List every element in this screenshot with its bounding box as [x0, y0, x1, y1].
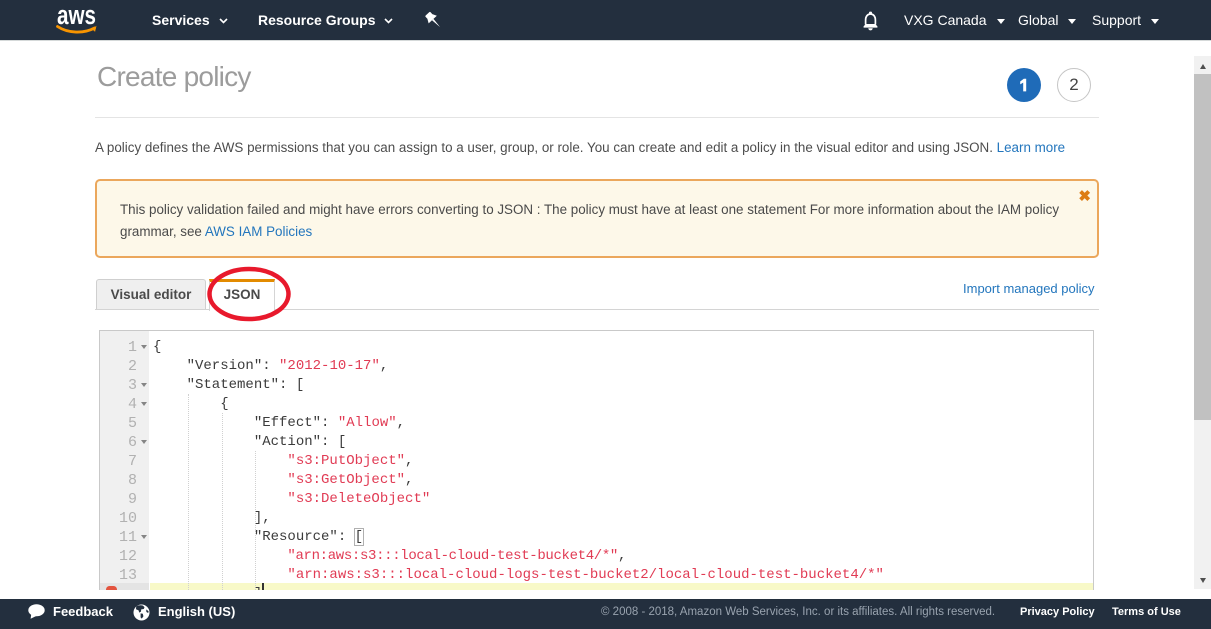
svg-text:aws: aws	[57, 0, 96, 30]
